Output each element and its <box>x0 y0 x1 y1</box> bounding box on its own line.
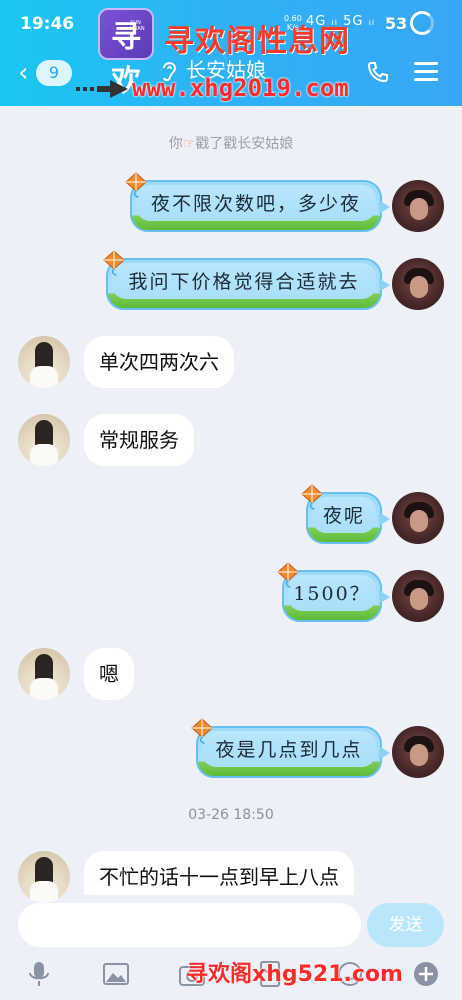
microphone-icon[interactable] <box>25 960 53 988</box>
avatar-self[interactable] <box>392 180 444 232</box>
kite-icon <box>191 718 213 744</box>
avatar-self[interactable] <box>392 726 444 778</box>
signal-icons: 4G ᵢₗ 5G ᵢₗ <box>306 14 376 29</box>
message-bubble-right[interactable]: 夜不限次数吧，多少夜 <box>130 180 390 232</box>
unread-count-badge: 9 <box>36 60 72 86</box>
message-bubble-left[interactable]: 不忙的话十一点到早上八点 <box>84 851 354 895</box>
menu-icon[interactable] <box>414 62 438 82</box>
poke-text: 戳了戳长安姑娘 <box>195 136 294 152</box>
battery-icon <box>410 11 434 35</box>
status-time: 19:46 <box>20 14 75 34</box>
avatar-self[interactable] <box>392 570 444 622</box>
message-text: 我问下价格觉得合适就去 <box>128 271 360 293</box>
avatar-contact[interactable] <box>18 851 70 903</box>
image-icon[interactable] <box>102 960 130 988</box>
message-bubble-right[interactable]: 夜是几点到几点 <box>196 726 390 778</box>
pointing-finger-icon: ☞ <box>182 136 196 152</box>
message-timestamp: 03-26 18:50 <box>188 807 274 823</box>
kite-icon <box>103 250 125 276</box>
kite-icon <box>125 172 147 198</box>
avatar-self[interactable] <box>392 492 444 544</box>
chevron-left-icon: ‹ <box>18 58 29 88</box>
watermark-logo: 寻欢 XUN HUAN <box>98 8 154 99</box>
network-speed: 0.60 K/s <box>284 14 302 32</box>
message-bubble-right[interactable]: 我问下价格觉得合适就去 <box>106 258 390 310</box>
message-bubble-left[interactable]: 常规服务 <box>84 414 194 466</box>
phone-icon[interactable] <box>366 60 390 84</box>
message-bubble-left[interactable]: 单次四两次六 <box>84 336 234 388</box>
avatar-contact[interactable] <box>18 336 70 388</box>
message-bubble-left[interactable]: 嗯 <box>84 648 134 700</box>
watermark-url: www.xhg2019.com <box>132 74 349 102</box>
avatar-contact[interactable] <box>18 648 70 700</box>
kite-icon <box>301 484 323 510</box>
message-text: 夜不限次数吧，多少夜 <box>150 193 361 215</box>
watermark-logo-sub: XUN HUAN <box>130 20 145 32</box>
plus-icon[interactable] <box>412 960 440 988</box>
network-speed-value: 0.60 <box>284 14 302 23</box>
message-text: 夜是几点到几点 <box>215 739 363 761</box>
network-speed-unit: K/s <box>286 23 299 32</box>
avatar-self[interactable] <box>392 258 444 310</box>
poke-prefix: 你 <box>168 136 183 152</box>
watermark-arrow-icon <box>76 80 128 98</box>
back-button[interactable]: ‹ 9 <box>18 58 76 88</box>
battery-level: 53 <box>385 14 408 33</box>
chat-header: 19:46 寻欢 XUN HUAN 寻欢阁性息网 0.60 K/s 4G ᵢₗ … <box>0 0 462 106</box>
watermark-bottom: 寻欢阁xhg521.com <box>186 962 403 987</box>
poke-notice: 你☞戳了戳长安姑娘 <box>0 133 462 153</box>
avatar-contact[interactable] <box>18 414 70 466</box>
kite-icon <box>277 562 299 588</box>
send-button[interactable]: 发送 <box>367 903 444 947</box>
message-input[interactable] <box>18 903 361 947</box>
